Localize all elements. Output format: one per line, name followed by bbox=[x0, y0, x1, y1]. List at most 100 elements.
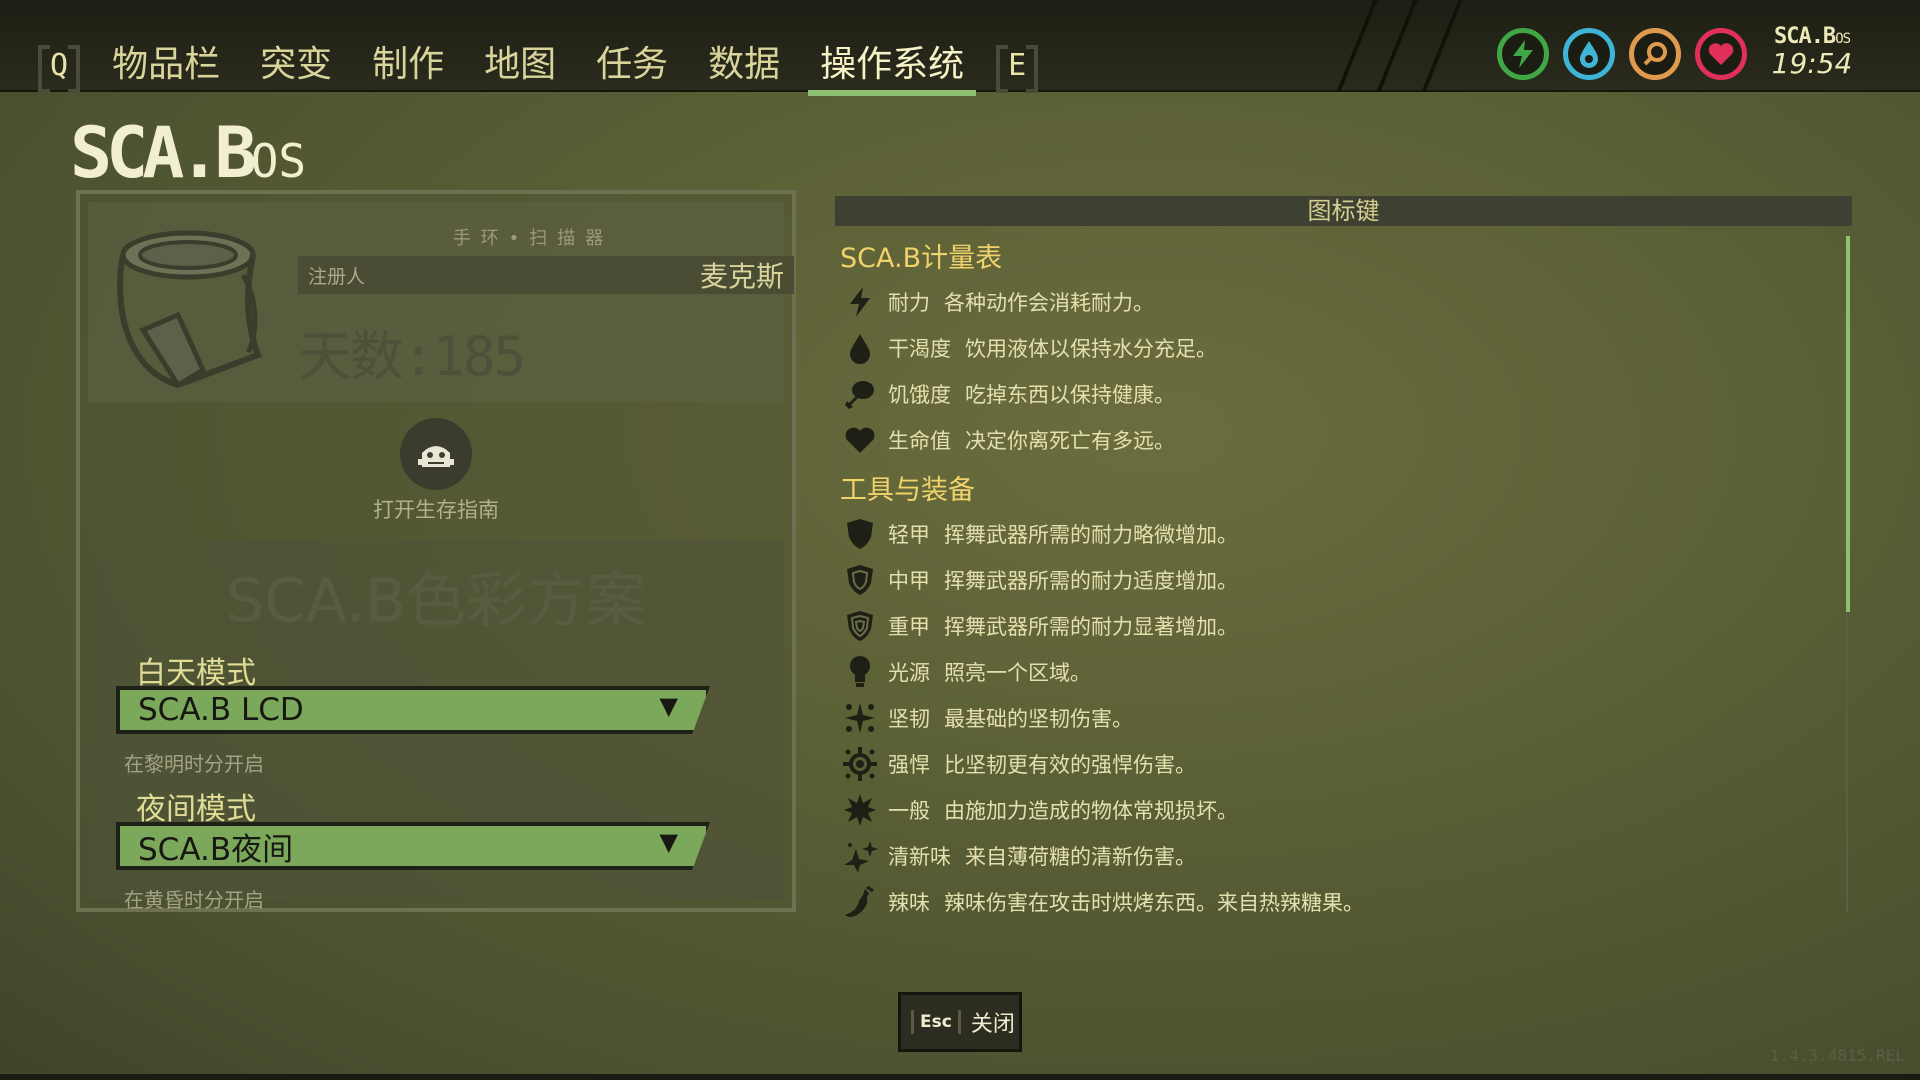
prev-tab-key[interactable]: Q bbox=[37, 43, 81, 93]
scanner-title: 手环•扫描器 bbox=[452, 228, 614, 249]
legend-item-desc: 决定你离死亡有多远。 bbox=[965, 429, 1175, 453]
legend-item: 坚韧 最基础的坚韧伤害。 bbox=[840, 698, 1133, 738]
survival-guide-button[interactable] bbox=[400, 418, 472, 490]
day-mode-dropdown[interactable]: SCA.B LCD ▼ bbox=[116, 686, 710, 734]
section-title-tools: 工具与装备 bbox=[840, 475, 975, 506]
legend-item-name: 轻甲 bbox=[888, 523, 930, 547]
legend-item-desc: 挥舞武器所需的耐力适度增加。 bbox=[944, 569, 1238, 593]
tab-data[interactable]: 数据 bbox=[702, 40, 786, 92]
legend-item: 轻甲 挥舞武器所需的耐力略微增加。 bbox=[840, 514, 1238, 554]
health-status-icon bbox=[1695, 28, 1747, 80]
legend-item: 清新味 来自薄荷糖的清新伤害。 bbox=[840, 836, 1196, 876]
legend-item: 强悍 比坚韧更有效的强悍伤害。 bbox=[840, 744, 1196, 784]
tab-operating-system[interactable]: 操作系统 bbox=[808, 40, 977, 96]
legend-item-name: 重甲 bbox=[888, 615, 930, 639]
lightning-icon bbox=[840, 282, 880, 322]
legend-item: 辣味 辣味伤害在攻击时烘烤东西。来自热辣糖果。 bbox=[840, 882, 1364, 922]
legend-item-desc: 比坚韧更有效的强悍伤害。 bbox=[944, 753, 1196, 777]
spicy-pepper-icon bbox=[840, 882, 880, 922]
build-version: 1.4.3.4815.REL bbox=[1770, 1046, 1905, 1065]
light-source-bulb-icon bbox=[840, 652, 880, 692]
icon-legend-header: 图标键 bbox=[835, 196, 1852, 226]
tab-map[interactable]: 地图 bbox=[478, 40, 562, 92]
chevron-down-icon: ▼ bbox=[659, 828, 678, 856]
days-counter: 天数:185 bbox=[298, 325, 526, 388]
bottom-strip bbox=[0, 1074, 1920, 1080]
esc-key-hint: Esc bbox=[911, 1010, 961, 1034]
chop-damage-icon bbox=[840, 698, 880, 738]
legend-item: 饥饿度 吃掉东西以保持健康。 bbox=[840, 374, 1175, 414]
legend-item-desc: 来自薄荷糖的清新伤害。 bbox=[965, 845, 1196, 869]
registrant-row: 注册人 麦克斯 bbox=[298, 256, 794, 294]
os-clock: SCA.BOS 19:54 bbox=[1762, 24, 1862, 80]
legend-item: 耐力 各种动作会消耗耐力。 bbox=[840, 282, 1154, 322]
legend-item-name: 清新味 bbox=[888, 845, 951, 869]
legend-item-desc: 各种动作会消耗耐力。 bbox=[944, 291, 1154, 315]
topbar-divider bbox=[1376, 0, 1418, 92]
legend-item-name: 干渴度 bbox=[888, 337, 951, 361]
close-button[interactable]: Esc 关闭 bbox=[898, 992, 1022, 1052]
legend-item-desc: 辣味伤害在攻击时烘烤东西。来自热辣糖果。 bbox=[944, 891, 1364, 915]
legend-item: 中甲 挥舞武器所需的耐力适度增加。 bbox=[840, 560, 1238, 600]
topbar-divider bbox=[1421, 0, 1463, 92]
topbar-divider bbox=[1336, 0, 1378, 92]
day-mode-hint: 在黎明时分开启 bbox=[124, 752, 264, 776]
icon-legend-list: SCA.B计量表 耐力 各种动作会消耗耐力。 干渴度 饮用液体以保持水分充足。 … bbox=[840, 236, 1840, 917]
night-mode-value: SCA.B夜间 bbox=[138, 831, 294, 868]
night-mode-hint: 在黄昏时分开启 bbox=[124, 888, 264, 912]
top-bar: Q 物品栏 突变 制作 地图 任务 数据 操作系统 E SCA.BOS 19:5… bbox=[0, 0, 1920, 96]
stamina-status-icon bbox=[1497, 28, 1549, 80]
color-scheme-section: SCA.B色彩方案 白天模式 SCA.B LCD ▼ 在黎明时分开启 夜间模式 … bbox=[88, 540, 784, 912]
legend-scrollbar-track[interactable] bbox=[1846, 612, 1848, 912]
legend-item-name: 生命值 bbox=[888, 429, 951, 453]
legend-item-name: 强悍 bbox=[888, 753, 930, 777]
night-mode-dropdown[interactable]: SCA.B夜间 ▼ bbox=[116, 822, 710, 870]
legend-scrollbar-thumb[interactable] bbox=[1846, 236, 1850, 612]
chevron-down-icon: ▼ bbox=[659, 692, 678, 720]
tab-crafting[interactable]: 制作 bbox=[366, 40, 450, 92]
legend-item-name: 光源 bbox=[888, 661, 930, 685]
legend-item: 生命值 决定你离死亡有多远。 bbox=[840, 420, 1175, 460]
medium-armor-shield-icon bbox=[840, 560, 880, 600]
os-logo: SCA.BOS bbox=[70, 112, 307, 194]
legend-item-name: 坚韧 bbox=[888, 707, 930, 731]
os-logo-small: SCA.BOS bbox=[1773, 24, 1851, 49]
legend-item-name: 中甲 bbox=[888, 569, 930, 593]
tab-quests[interactable]: 任务 bbox=[590, 40, 674, 92]
thirst-status-icon bbox=[1563, 28, 1615, 80]
legend-item-desc: 照亮一个区域。 bbox=[944, 661, 1091, 685]
tab-mutations[interactable]: 突变 bbox=[254, 40, 338, 92]
legend-item: 一般 由施加力造成的物体常规损坏。 bbox=[840, 790, 1238, 830]
clock-time: 19:54 bbox=[1771, 47, 1853, 80]
legend-item-desc: 吃掉东西以保持健康。 bbox=[965, 383, 1175, 407]
legend-item-desc: 由施加力造成的物体常规损坏。 bbox=[944, 799, 1238, 823]
bust-damage-icon bbox=[840, 744, 880, 784]
legend-item-name: 耐力 bbox=[888, 291, 930, 315]
robot-icon bbox=[418, 446, 454, 467]
legend-item-name: 辣味 bbox=[888, 891, 930, 915]
drumstick-icon bbox=[840, 374, 880, 414]
next-tab-key[interactable]: E bbox=[996, 43, 1039, 93]
legend-item-desc: 最基础的坚韧伤害。 bbox=[944, 707, 1133, 731]
tab-inventory[interactable]: 物品栏 bbox=[106, 40, 226, 92]
survival-guide-label: 打开生存指南 bbox=[373, 498, 499, 522]
heavy-armor-shield-icon bbox=[840, 606, 880, 646]
legend-item-desc: 挥舞武器所需的耐力显著增加。 bbox=[944, 615, 1238, 639]
scanner-card: 手环•扫描器 注册人 麦克斯 天数:185 bbox=[88, 202, 794, 402]
section-title-meters: SCA.B计量表 bbox=[840, 243, 1003, 274]
registrant-label: 注册人 bbox=[308, 265, 366, 288]
fresh-sparkle-icon bbox=[840, 836, 880, 876]
color-scheme-title: SCA.B色彩方案 bbox=[225, 566, 647, 636]
legend-item: 干渴度 饮用液体以保持水分充足。 bbox=[840, 328, 1217, 368]
device-panel: 手环•扫描器 注册人 麦克斯 天数:185 打开生存指南 SCA.B色彩方案 白… bbox=[76, 190, 796, 912]
legend-item: 重甲 挥舞武器所需的耐力显著增加。 bbox=[840, 606, 1238, 646]
day-mode-value: SCA.B LCD bbox=[138, 692, 304, 728]
generic-damage-burst-icon bbox=[840, 790, 880, 830]
bracelet-icon bbox=[117, 230, 262, 389]
water-drop-icon bbox=[840, 328, 880, 368]
close-label: 关闭 bbox=[970, 1012, 1015, 1037]
legend-item-desc: 挥舞武器所需的耐力略微增加。 bbox=[944, 523, 1238, 547]
light-armor-shield-icon bbox=[840, 514, 880, 554]
hunger-status-icon bbox=[1629, 28, 1681, 80]
main-nav: Q 物品栏 突变 制作 地图 任务 数据 操作系统 E bbox=[37, 40, 1039, 96]
